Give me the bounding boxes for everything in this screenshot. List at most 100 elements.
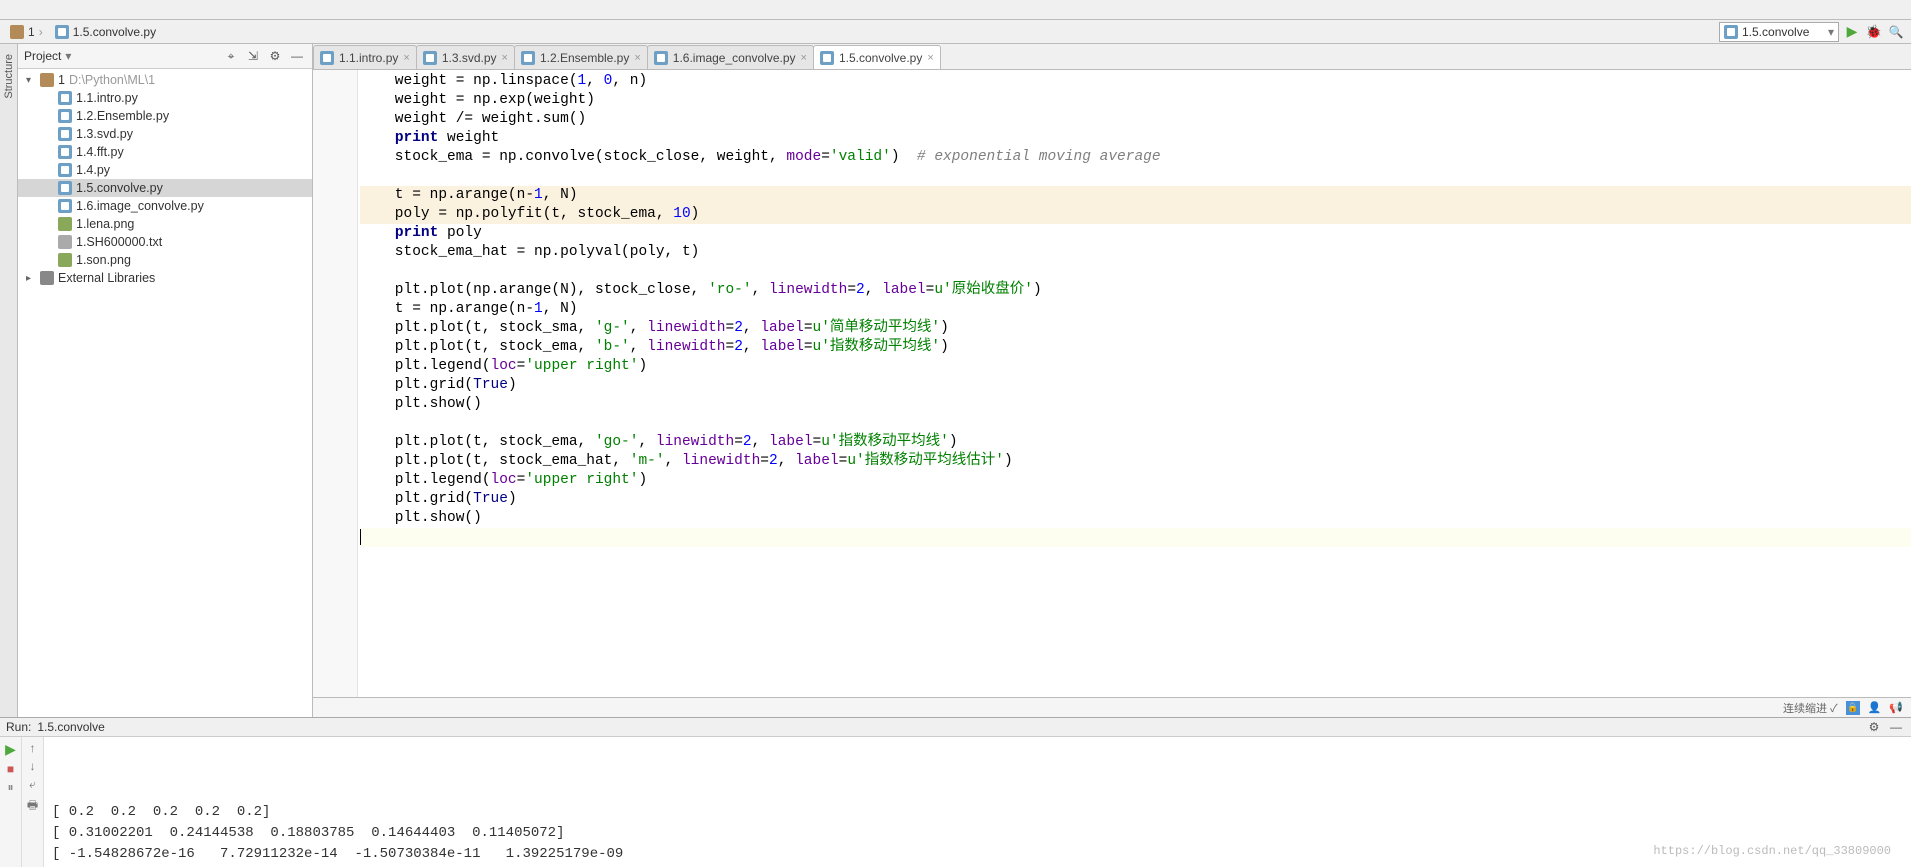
run-button[interactable]: ▶	[1843, 23, 1861, 41]
tree-item[interactable]: 1.1.intro.py	[18, 89, 312, 107]
editor-content[interactable]: weight = np.linspace(1, 0, n) weight = n…	[358, 70, 1911, 697]
tree-item-hint: D:\Python\ML\1	[69, 73, 155, 87]
close-icon[interactable]: ×	[801, 52, 807, 64]
tree-item[interactable]: 1.4.fft.py	[18, 143, 312, 161]
status-text: 连续缩进 ✓	[1783, 700, 1838, 716]
expand-icon[interactable]: ▾	[26, 75, 36, 86]
tree-item[interactable]: 1.6.image_convolve.py	[18, 197, 312, 215]
hector-icon[interactable]: 👤	[1868, 701, 1882, 714]
chevron-down-icon: ▾	[1828, 25, 1834, 39]
editor-tab[interactable]: 1.2.Ensemble.py×	[514, 45, 648, 69]
python-file-icon	[55, 25, 69, 39]
py-icon	[58, 181, 72, 195]
editor-tab[interactable]: 1.5.convolve.py×	[813, 45, 941, 69]
breadcrumb-root[interactable]: 1 ›	[6, 25, 47, 39]
console-line: [ 0.31002201 0.24144538 0.18803785 0.146…	[52, 823, 1903, 844]
code-line: plt.legend(loc='upper right')	[360, 471, 1911, 490]
caret	[360, 529, 361, 545]
pause-button[interactable]: ⏸	[7, 780, 13, 795]
tree-item-label: 1.5.convolve.py	[76, 181, 163, 195]
close-icon[interactable]: ×	[403, 52, 409, 64]
code-line: plt.plot(t, stock_ema, 'b-', linewidth=2…	[360, 338, 1911, 357]
console-output[interactable]: https://blog.csdn.net/qq_33809000 [ 0.2 …	[44, 737, 1911, 867]
img-icon	[58, 253, 72, 267]
chevron-down-icon: ▾	[65, 49, 71, 63]
down-icon[interactable]: ↓	[30, 759, 36, 773]
code-line: stock_ema_hat = np.polyval(poly, t)	[360, 243, 1911, 262]
python-file-icon	[654, 51, 668, 65]
tree-item[interactable]: 1.4.py	[18, 161, 312, 179]
lib-icon	[40, 271, 54, 285]
code-line: plt.show()	[360, 509, 1911, 528]
run-panel-target[interactable]: 1.5.convolve	[37, 720, 104, 734]
tree-item[interactable]: 1.son.png	[18, 251, 312, 269]
tree-item-label: 1.3.svd.py	[76, 127, 133, 141]
code-line: plt.plot(np.arange(N), stock_close, 'ro-…	[360, 281, 1911, 300]
code-line: plt.plot(t, stock_ema, 'go-', linewidth=…	[360, 433, 1911, 452]
code-line: plt.show()	[360, 395, 1911, 414]
project-combo[interactable]: Project	[24, 49, 61, 63]
structure-tab[interactable]: Structure	[3, 54, 15, 99]
console-line: [ 0.2 0.2 0.2 0.2 0.2]	[52, 802, 1903, 823]
search-icon[interactable]: 🔍	[1887, 23, 1905, 41]
editor-tab[interactable]: 1.6.image_convolve.py ×	[647, 45, 814, 69]
py-icon	[58, 127, 72, 141]
tree-item[interactable]: 1.3.svd.py	[18, 125, 312, 143]
code-line: poly = np.polyfit(t, stock_ema, 10)	[360, 205, 1911, 224]
tree-item-label: 1.4.fft.py	[76, 145, 124, 159]
editor-tab[interactable]: 1.1.intro.py ×	[313, 45, 417, 69]
chevron-right-icon: ›	[39, 25, 43, 39]
rerun-button[interactable]: ▶	[5, 741, 16, 758]
run-panel-title: Run:	[6, 720, 31, 734]
run-configuration-combo[interactable]: 1.5.convolve ▾	[1719, 22, 1839, 42]
debug-button[interactable]: 🐞	[1865, 23, 1883, 41]
tree-item[interactable]: 1.5.convolve.py	[18, 179, 312, 197]
python-file-icon	[521, 51, 535, 65]
expand-icon[interactable]: ▸	[26, 273, 36, 284]
print-icon[interactable]: 🖶	[27, 796, 38, 817]
tree-item[interactable]: ▸External Libraries	[18, 269, 312, 287]
up-icon[interactable]: ↑	[30, 741, 36, 755]
tree-item[interactable]: ▾ 1 D:\Python\ML\1	[18, 71, 312, 89]
hide-icon[interactable]: —	[288, 47, 306, 65]
editor-tab[interactable]: 1.3.svd.py ×	[416, 45, 515, 69]
editor-gutter	[313, 70, 358, 697]
code-editor[interactable]: weight = np.linspace(1, 0, n) weight = n…	[313, 70, 1911, 697]
code-line	[360, 528, 1911, 547]
scroll-from-source-icon[interactable]: ⌖	[222, 47, 240, 65]
python-file-icon	[320, 51, 334, 65]
close-icon[interactable]: ×	[927, 52, 933, 64]
code-line: plt.plot(t, stock_ema_hat, 'm-', linewid…	[360, 452, 1911, 471]
gear-icon[interactable]: ⚙	[1865, 718, 1883, 736]
sound-icon[interactable]: 📢	[1889, 701, 1903, 714]
img-icon	[58, 217, 72, 231]
python-file-icon	[1724, 25, 1738, 39]
py-icon	[58, 91, 72, 105]
code-line: weight = np.exp(weight)	[360, 91, 1911, 110]
collapse-all-icon[interactable]: ⇲	[244, 47, 262, 65]
tree-item-label: 1.6.image_convolve.py	[76, 199, 204, 213]
lock-icon[interactable]: 🔒	[1846, 701, 1860, 715]
close-icon[interactable]: ×	[502, 52, 508, 64]
code-line	[360, 167, 1911, 186]
editor-status-bar: 连续缩进 ✓ 🔒 👤 📢	[313, 697, 1911, 717]
tool-window-stripe: Structure	[0, 44, 18, 717]
project-tree[interactable]: ▾ 1 D:\Python\ML\1 1.1.intro.py1.2.Ensembl…	[18, 69, 312, 717]
breadcrumb-file[interactable]: 1.5.convolve.py	[51, 25, 160, 39]
py-icon	[58, 109, 72, 123]
tree-item-label: 1	[58, 73, 65, 87]
close-icon[interactable]: ×	[634, 52, 640, 64]
wrap-icon[interactable]: ⤶	[29, 777, 36, 792]
tree-item[interactable]: 1.SH600000.txt	[18, 233, 312, 251]
gear-icon[interactable]: ⚙	[266, 47, 284, 65]
tab-label: 1.1.intro.py	[339, 51, 398, 65]
hide-icon[interactable]: —	[1887, 718, 1905, 736]
tab-label: 1.3.svd.py	[442, 51, 497, 65]
stop-button[interactable]: ■	[7, 762, 14, 776]
code-line: stock_ema = np.convolve(stock_close, wei…	[360, 148, 1911, 167]
console-line: [ -1.54828672e-16 7.72911232e-14 -1.5073…	[52, 844, 1903, 865]
tree-item[interactable]: 1.2.Ensemble.py	[18, 107, 312, 125]
tree-item[interactable]: 1.lena.png	[18, 215, 312, 233]
code-line	[360, 262, 1911, 281]
tab-label: 1.6.image_convolve.py	[673, 51, 796, 65]
